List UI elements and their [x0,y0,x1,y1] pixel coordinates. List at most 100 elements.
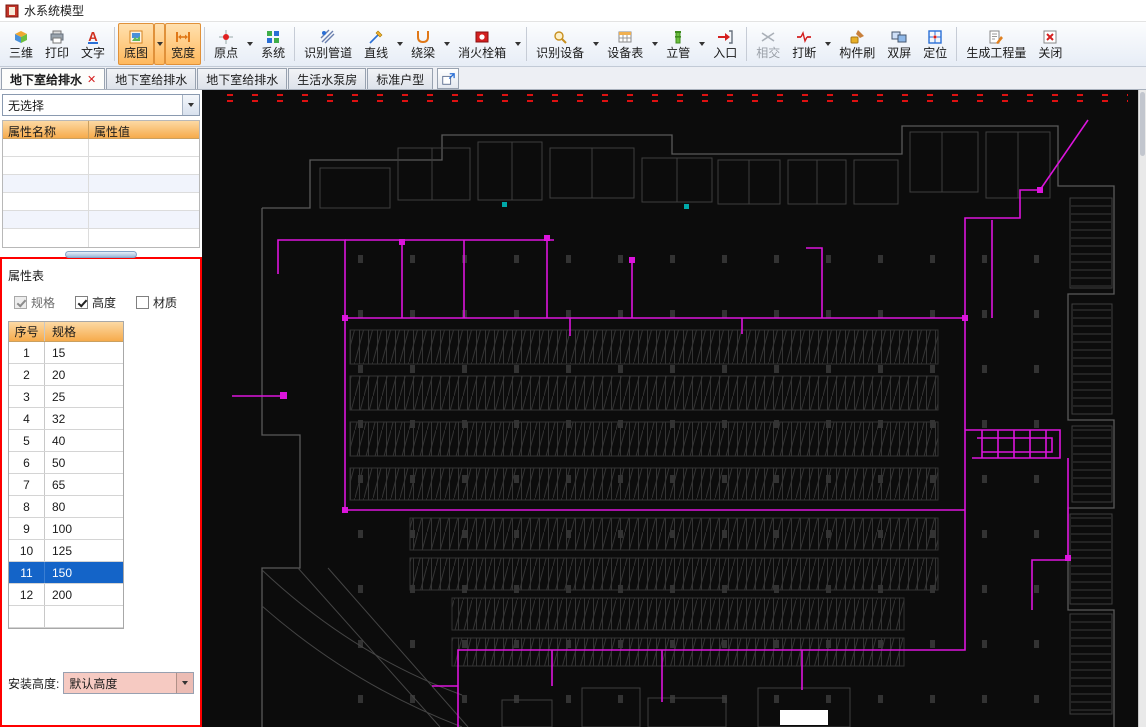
cad-canvas[interactable] [202,90,1146,727]
canvas-scrollbar[interactable] [1138,90,1146,727]
property-grid-row[interactable] [3,193,199,211]
spec-table-header: 序号 规格 [9,322,123,342]
identify-device-dropdown-arrow[interactable] [590,23,601,65]
identify-device-button[interactable]: 识别设备 [530,23,590,65]
tab-pump-room[interactable]: 生活水泵房 [288,68,367,89]
toolbar-group-edit: 相交 打断 构件刷 双屏 定位 [750,23,953,65]
device-table-dropdown-arrow[interactable] [649,23,660,65]
chevron-down-icon [443,42,450,46]
spec-row[interactable]: 3 25 [9,386,123,408]
property-grid-row[interactable] [3,211,199,229]
component-brush-button[interactable]: 构件刷 [833,23,881,65]
tab-basement-drainage-3[interactable]: 地下室给排水 [197,68,288,89]
install-height-select[interactable]: 默认高度 [63,672,194,694]
locate-target-icon [928,30,942,44]
cad-drawing[interactable] [202,90,1138,727]
spec-row[interactable]: 12 200 [9,584,123,606]
break-button[interactable]: 打断 [786,23,822,65]
basemap-button[interactable]: 底图 [118,23,155,65]
toolbar-separator [114,27,116,61]
tab-close-icon[interactable]: ✕ [87,73,96,86]
locate-button[interactable]: 定位 [917,23,953,65]
splitter-handle-icon[interactable] [65,250,137,258]
spec-row[interactable]: 7 65 [9,474,123,496]
hydrant-box-dropdown-arrow[interactable] [512,23,523,65]
spec-row[interactable]: 10 125 [9,540,123,562]
property-grid-row[interactable] [3,229,199,247]
close-window-icon [1043,30,1057,44]
line-button[interactable]: 直线 [358,23,394,65]
system-button[interactable]: 系统 [255,23,291,65]
attribute-panel-title: 属性表 [8,269,45,283]
origin-button[interactable]: 原点 [208,23,244,65]
toolbar-group-pipes: 识别管道 直线 绕梁 消火栓箱 [298,23,523,65]
checkbox-height-box[interactable] [75,296,89,309]
attribute-checkbox-row: 规格 高度 材质 [6,286,196,321]
app-icon [5,4,19,17]
width-button[interactable]: 宽度 [165,23,202,65]
break-dropdown-arrow[interactable] [822,23,833,65]
around-beam-button[interactable]: 绕梁 [405,23,441,65]
install-height-label: 安装高度: [8,676,60,691]
toolbar-separator [746,27,748,61]
checkbox-spec[interactable]: 规格 [14,294,55,311]
text-button[interactable]: A 文字 [75,23,111,65]
toolbar-group-view: 三维 打印 A 文字 [3,23,111,65]
chevron-down-icon [824,42,831,46]
identify-pipes-button[interactable]: 识别管道 [298,23,358,65]
3d-button[interactable]: 三维 [3,23,39,65]
riser-button[interactable]: 立管 [660,23,696,65]
tab-basement-drainage-2[interactable]: 地下室给排水 [106,68,197,89]
property-grid-row[interactable] [3,139,199,157]
toolbar-separator [204,27,206,61]
chevron-down-icon [188,103,194,107]
panel-splitter[interactable] [0,248,202,260]
property-grid-row[interactable] [3,157,199,175]
checkbox-height[interactable]: 高度 [75,294,116,311]
dual-screen-button[interactable]: 双屏 [881,23,917,65]
around-beam-dropdown-arrow[interactable] [441,23,452,65]
spec-row[interactable]: 1 15 [9,342,123,364]
selection-combobox[interactable]: 无选择 [2,94,200,116]
spec-row-empty[interactable] [9,606,123,628]
scrollbar-thumb[interactable] [1140,92,1145,156]
spec-row[interactable]: 4 32 [9,408,123,430]
toolbar-group-origin: 原点 系统 [208,23,291,65]
property-grid-row[interactable] [3,175,199,193]
hydrant-box-button[interactable]: 消火栓箱 [452,23,512,65]
quantity-doc-icon [989,30,1004,44]
hydrant-icon [475,31,489,43]
device-table-button[interactable]: 设备表 [601,23,649,65]
checkbox-material-box[interactable] [136,296,150,309]
spec-row[interactable]: 9 100 [9,518,123,540]
entrance-arrow-icon [718,30,733,44]
selection-value: 无选择 [8,98,45,113]
system-grid-icon [267,31,280,43]
entrance-button[interactable]: 入口 [707,23,743,65]
left-panel: 无选择 属性名称 属性值 属性表 规格 高度 材质 序号 规格 1 15 2 2… [0,90,202,727]
basemap-dropdown-arrow[interactable] [154,23,166,65]
line-dropdown-arrow[interactable] [394,23,405,65]
selection-dropdown-arrow[interactable] [182,95,199,115]
print-button[interactable]: 打印 [39,23,75,65]
spec-row[interactable]: 5 40 [9,430,123,452]
riser-dropdown-arrow[interactable] [696,23,707,65]
spec-row[interactable]: 2 20 [9,364,123,386]
origin-dropdown-arrow[interactable] [244,23,255,65]
document-tabbar: 地下室给排水 ✕ 地下室给排水 地下室给排水 生活水泵房 标准户型 [0,67,1146,90]
close-button[interactable]: 关闭 [1032,23,1068,65]
generate-quantity-button[interactable]: 生成工程量 [960,23,1032,65]
install-height-dropdown-arrow[interactable] [176,673,193,693]
spec-row[interactable]: 6 50 [9,452,123,474]
svg-text:A: A [88,29,98,44]
property-value-header: 属性值 [94,125,131,139]
checkbox-material[interactable]: 材质 [136,294,177,311]
checkbox-spec-box[interactable] [14,296,27,309]
spec-row-selected[interactable]: 11 150 [9,562,123,584]
spec-row[interactable]: 8 80 [9,496,123,518]
command-box[interactable] [780,710,828,725]
tab-basement-drainage-1[interactable]: 地下室给排水 ✕ [1,68,106,89]
pipes-icon [320,29,335,44]
tab-standard-unit[interactable]: 标准户型 [367,68,434,89]
new-view-button[interactable] [437,68,460,89]
